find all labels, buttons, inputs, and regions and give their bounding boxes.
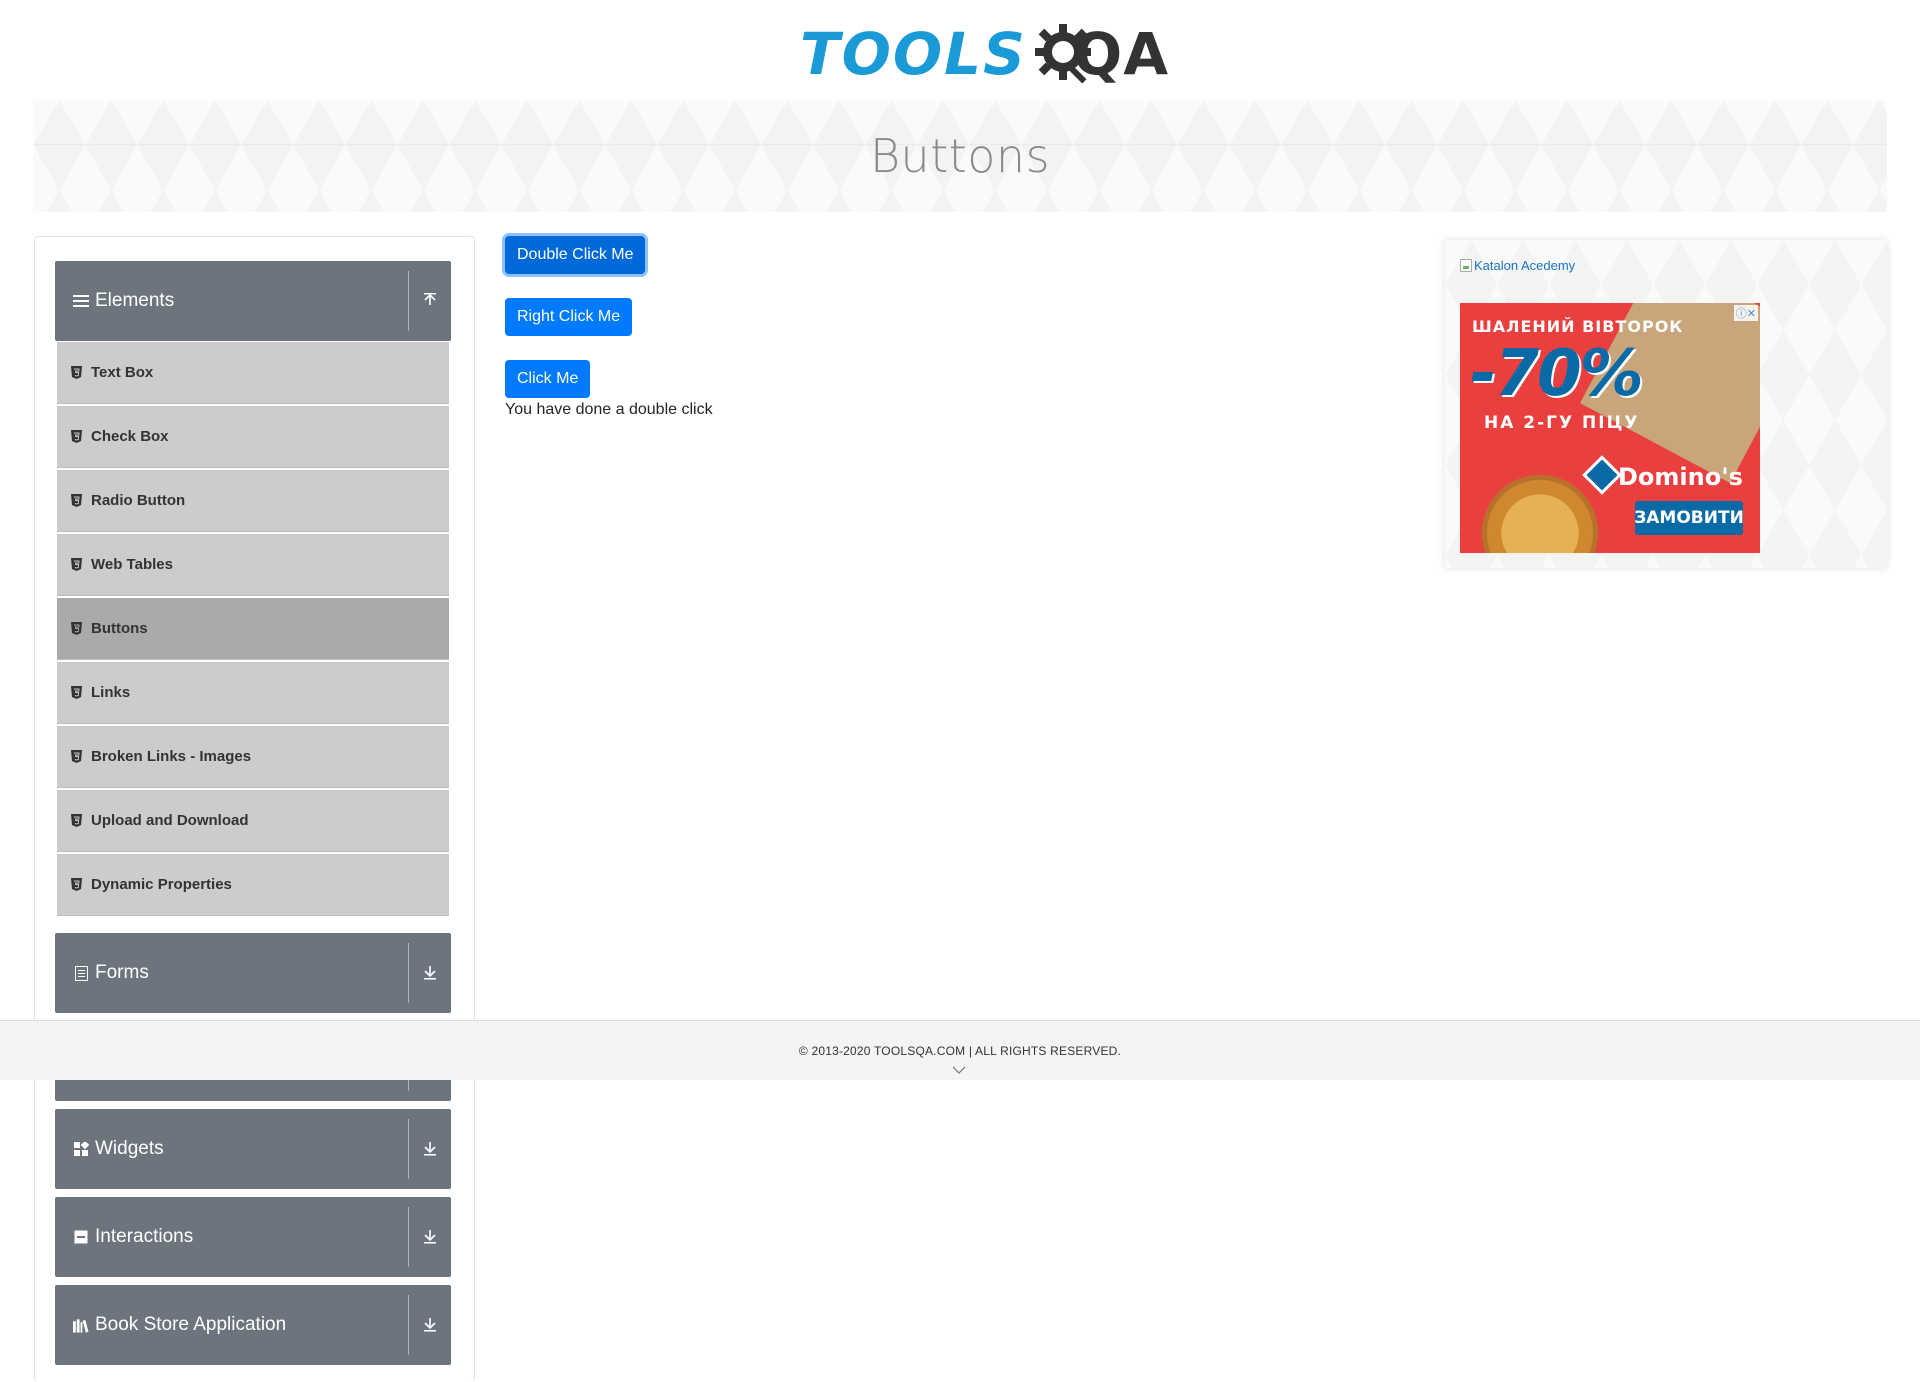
html5-icon	[71, 366, 85, 380]
menu-item-label: Text Box	[91, 364, 154, 381]
divider	[408, 271, 409, 331]
ad-headline: ШАЛЕНИЙ ВІВТОРОК	[1472, 317, 1684, 336]
divider	[408, 1295, 409, 1355]
ad-order-button[interactable]: ЗАМОВИТИ	[1634, 501, 1744, 535]
group-label-forms: Forms	[95, 962, 149, 983]
books-icon	[73, 1317, 89, 1333]
ad-brand: Domino's	[1618, 463, 1743, 491]
menu-item-radio-button[interactable]: Radio Button	[57, 470, 449, 532]
right-click-button[interactable]: Right Click Me	[505, 298, 633, 336]
divider	[408, 943, 409, 1003]
menu-icon	[73, 293, 89, 309]
html5-icon	[71, 750, 85, 764]
group-header-interactions[interactable]: Interactions	[55, 1197, 451, 1277]
chevron-down-icon[interactable]	[952, 1065, 966, 1075]
html5-icon	[71, 686, 85, 700]
ad-subline: НА 2-ГУ ПІЦУ	[1484, 413, 1640, 433]
menu-item-dynamic-properties[interactable]: Dynamic Properties	[57, 854, 449, 916]
broken-image-icon	[1460, 259, 1472, 272]
expand-down-icon[interactable]	[417, 1135, 443, 1161]
html5-icon	[71, 878, 85, 892]
menu-item-label: Check Box	[91, 428, 169, 445]
group-header-forms[interactable]: Forms	[55, 933, 451, 1013]
logo-tools-text: TOOLS	[800, 20, 1027, 88]
page: TOOLS QA Buttons Elements Text Box Check…	[0, 0, 1920, 1382]
group-label-interactions: Interactions	[95, 1226, 194, 1247]
menu-item-web-tables[interactable]: Web Tables	[57, 534, 449, 596]
group-header-book-store-application[interactable]: Book Store Application	[55, 1285, 451, 1365]
ad-link-text: Katalon Acedemy	[1474, 258, 1576, 273]
page-banner: Buttons	[33, 100, 1887, 212]
html5-icon	[71, 814, 85, 828]
logo-qa-text: QA	[1033, 22, 1169, 86]
menu-item-label: Broken Links - Images	[91, 748, 252, 765]
divider	[408, 1119, 409, 1179]
group-header-elements[interactable]: Elements	[55, 261, 451, 341]
menu-item-buttons[interactable]: Buttons	[57, 598, 449, 660]
page-title: Buttons	[869, 129, 1051, 183]
menu-item-label: Web Tables	[91, 556, 173, 573]
menu-item-check-box[interactable]: Check Box	[57, 406, 449, 468]
menu-item-broken-links-images[interactable]: Broken Links - Images	[57, 726, 449, 788]
divider	[408, 1207, 409, 1267]
double-click-button[interactable]: Double Click Me	[505, 236, 646, 274]
collapse-up-icon[interactable]	[417, 287, 443, 313]
footer: © 2013-2020 TOOLSQA.COM | ALL RIGHTS RES…	[0, 1020, 1920, 1080]
logo-qa-letters: QA	[1072, 20, 1170, 88]
menu-item-upload-and-download[interactable]: Upload and Download	[57, 790, 449, 852]
document-icon	[73, 965, 89, 981]
group-label-book-store-application: Book Store Application	[95, 1314, 287, 1335]
toolsqa-logo[interactable]: TOOLS QA	[800, 14, 1168, 94]
group-label-widgets: Widgets	[95, 1138, 164, 1159]
dominos-logo-icon	[1582, 455, 1622, 495]
window-icon	[73, 1229, 89, 1245]
group-header-widgets[interactable]: Widgets	[55, 1109, 451, 1189]
ad-discount: -70%	[1470, 337, 1644, 411]
double-click-message: You have done a double click	[505, 401, 713, 418]
menu-item-links[interactable]: Links	[57, 662, 449, 724]
dominos-ad-banner[interactable]: ШАЛЕНИЙ ВІВТОРОК -70% НА 2-ГУ ПІЦУ Domin…	[1460, 303, 1760, 553]
menu-item-label: Links	[91, 684, 131, 701]
grid-icon	[73, 1141, 89, 1157]
menu-item-label: Upload and Download	[91, 812, 249, 829]
html5-icon	[71, 430, 85, 444]
menu-item-label: Dynamic Properties	[91, 876, 232, 893]
menu-item-text-box[interactable]: Text Box	[57, 342, 449, 404]
pizza-image	[1480, 473, 1600, 553]
expand-down-icon[interactable]	[417, 1223, 443, 1249]
menu-item-label: Radio Button	[91, 492, 186, 509]
click-me-button[interactable]: Click Me	[505, 360, 591, 398]
katalon-ad-link[interactable]: Katalon Acedemy	[1460, 258, 1575, 273]
html5-icon	[71, 622, 85, 636]
footer-copyright: © 2013-2020 TOOLSQA.COM | ALL RIGHTS RES…	[798, 1043, 1122, 1058]
expand-down-icon[interactable]	[417, 1311, 443, 1337]
html5-icon	[71, 558, 85, 572]
group-label-elements: Elements	[95, 290, 175, 311]
expand-down-icon[interactable]	[417, 959, 443, 985]
menu-item-label: Buttons	[91, 620, 148, 637]
ad-choices-icon[interactable]: ⓘ✕	[1733, 305, 1758, 321]
html5-icon	[71, 494, 85, 508]
